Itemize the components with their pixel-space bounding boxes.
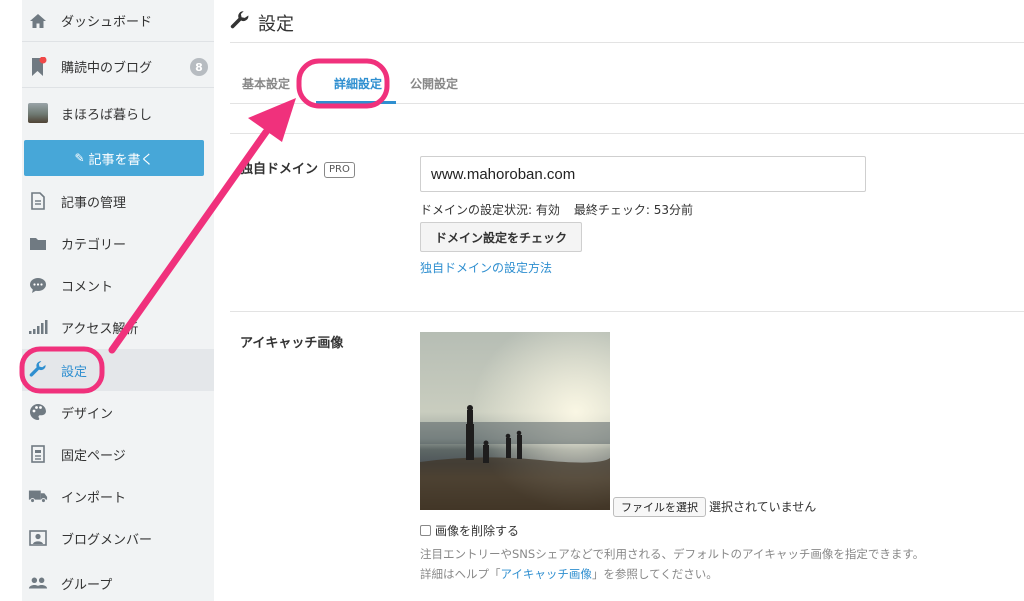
wrench-icon <box>230 10 250 36</box>
divider <box>230 311 1024 312</box>
sidebar: ダッシュボード 購読中のブログ 8 まほろば暮らし ✎ 記事を書く 記事の管理 … <box>0 0 214 601</box>
sidebar-item-label: アクセス解析 <box>61 321 139 337</box>
truck-icon <box>28 486 48 506</box>
settings-main: 設定 基本設定 詳細設定 公開設定 独自ドメインPRO ドメインの設定状況: 有… <box>214 0 1024 601</box>
tab-basic-settings[interactable]: 基本設定 <box>242 75 290 92</box>
wrench-icon <box>28 360 48 380</box>
delete-image-option[interactable]: 画像を削除する <box>420 522 519 539</box>
delete-image-checkbox[interactable] <box>420 525 431 536</box>
bar-chart-icon <box>28 317 48 337</box>
sidebar-item-static-pages[interactable]: 固定ページ <box>22 433 214 475</box>
divider <box>230 133 1024 134</box>
page-icon <box>28 444 48 464</box>
sidebar-item-categories[interactable]: カテゴリー <box>22 222 214 264</box>
divider <box>230 42 1024 43</box>
member-icon <box>28 528 48 548</box>
tab-advanced-settings[interactable]: 詳細設定 <box>334 75 382 92</box>
domain-status: ドメインの設定状況: 有効 最終チェック: 53分前 <box>420 203 693 217</box>
page-title: 設定 <box>230 10 294 36</box>
sidebar-item-import[interactable]: インポート <box>22 475 214 517</box>
eyecatch-label: アイキャッチ画像 <box>240 336 344 351</box>
sidebar-item-label: デザイン <box>61 406 114 422</box>
sidebar-item-label: インポート <box>61 490 127 506</box>
comment-icon <box>28 275 48 295</box>
sidebar-item-label: ダッシュボード <box>61 15 153 30</box>
file-selection-status: 選択されていません <box>709 500 817 514</box>
sidebar-item-label: 設定 <box>61 364 88 380</box>
eyecatch-help-note: 詳細はヘルプ「アイキャッチ画像」を参照してください。 <box>420 567 718 581</box>
sidebar-item-members[interactable]: ブログメンバー <box>22 517 214 559</box>
sidebar-item-label: ブログメンバー <box>61 532 153 548</box>
sidebar-item-label: コメント <box>61 279 114 295</box>
sidebar-item-label: カテゴリー <box>61 237 127 253</box>
sidebar-item-label: グループ <box>61 577 113 593</box>
sidebar-item-analytics[interactable]: アクセス解析 <box>22 306 214 348</box>
bookmark-icon <box>28 56 48 77</box>
sidebar-item-groups[interactable]: グループ <box>22 562 214 601</box>
unread-count-badge: 8 <box>190 58 208 76</box>
eyecatch-note: 注目エントリーやSNSシェアなどで利用される、デフォルトのアイキャッチ画像を指定… <box>420 547 925 561</box>
folder-icon <box>28 233 48 253</box>
check-domain-button[interactable]: ドメイン設定をチェック <box>420 222 582 252</box>
eyecatch-help-link[interactable]: アイキャッチ画像 <box>501 567 592 581</box>
pro-badge: PRO <box>324 161 355 178</box>
sidebar-item-design[interactable]: デザイン <box>22 391 214 433</box>
palette-icon <box>28 402 48 422</box>
settings-tabs: 基本設定 詳細設定 公開設定 <box>230 62 1024 104</box>
sidebar-item-label: 記事の管理 <box>61 195 127 211</box>
sidebar-item-articles[interactable]: 記事の管理 <box>22 180 214 222</box>
choose-file-button[interactable]: ファイルを選択 <box>613 497 706 517</box>
active-tab-indicator <box>316 101 396 104</box>
sidebar-item-dashboard[interactable]: ダッシュボード <box>22 0 214 42</box>
home-icon <box>28 11 48 31</box>
blog-avatar <box>28 103 48 123</box>
sidebar-item-label: 購読中のブログ <box>61 61 153 76</box>
sidebar-item-label: まほろば暮らし <box>61 107 153 123</box>
write-article-button[interactable]: ✎ 記事を書く <box>24 140 204 176</box>
document-icon <box>28 191 48 211</box>
tab-publish-settings[interactable]: 公開設定 <box>410 75 458 92</box>
sidebar-left-strip <box>0 0 22 601</box>
domain-howto-link[interactable]: 独自ドメインの設定方法 <box>420 259 552 276</box>
sidebar-item-comments[interactable]: コメント <box>22 264 214 306</box>
eyecatch-image-preview <box>420 332 610 510</box>
custom-domain-label: 独自ドメイン PRO <box>240 158 355 178</box>
custom-domain-input[interactable] <box>420 156 866 192</box>
group-icon <box>28 573 48 593</box>
sidebar-item-subscribed-blogs[interactable]: 購読中のブログ 8 <box>22 46 214 88</box>
edit-icon: ✎ <box>74 151 85 165</box>
sidebar-item-current-blog[interactable]: まほろば暮らし <box>22 92 214 134</box>
sidebar-item-label: 固定ページ <box>61 448 126 464</box>
sidebar-item-settings[interactable]: 設定 <box>22 349 214 391</box>
